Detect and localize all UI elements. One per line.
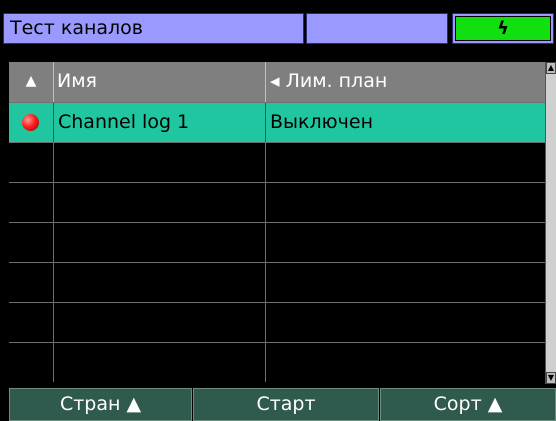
- title-bar: Тест каналов ϟ: [0, 0, 556, 48]
- column-header-limit-plan[interactable]: ◂ Лим. план: [266, 62, 545, 102]
- channel-name-cell: Channel log 1: [54, 103, 266, 142]
- scroll-up-icon[interactable]: ▲: [546, 62, 556, 74]
- vertical-scrollbar[interactable]: ▲ ▼: [545, 62, 556, 384]
- limit-plan-cell: [266, 183, 545, 222]
- channel-name-cell: [54, 303, 266, 342]
- table-row[interactable]: [9, 222, 545, 262]
- limit-plan-cell: [266, 263, 545, 302]
- limit-plan-cell: [266, 343, 545, 382]
- channel-name-cell: [54, 223, 266, 262]
- channel-name-cell: [54, 183, 266, 222]
- status-cell: [9, 223, 54, 262]
- pages-button[interactable]: Стран ▲: [9, 388, 192, 421]
- channel-name-cell: [54, 263, 266, 302]
- status-cell: [9, 183, 54, 222]
- scroll-down-icon[interactable]: ▼: [546, 372, 556, 384]
- status-cell: [9, 343, 54, 382]
- battery-indicator: ϟ: [452, 13, 554, 44]
- battery-level: ϟ: [455, 16, 551, 41]
- limit-plan-cell: [266, 223, 545, 262]
- red-dot-icon: [22, 114, 39, 131]
- lightning-icon: ϟ: [497, 18, 509, 39]
- table-row[interactable]: [9, 342, 545, 382]
- table-header: ▲ Имя ◂ Лим. план: [9, 62, 545, 102]
- limit-plan-cell: [266, 143, 545, 182]
- sort-button[interactable]: Сорт ▲: [380, 388, 556, 421]
- status-cell: [9, 303, 54, 342]
- limit-plan-cell: Выключен: [270, 111, 373, 133]
- status-cell: [9, 143, 54, 182]
- table-row[interactable]: Channel log 1 Выключен: [9, 102, 545, 142]
- status-cell: [9, 263, 54, 302]
- window-title: Тест каналов: [3, 13, 304, 44]
- start-button[interactable]: Старт: [193, 388, 379, 421]
- title-spacer: [306, 13, 448, 44]
- limit-plan-cell: [266, 303, 545, 342]
- sort-arrow-up-icon[interactable]: ▲: [9, 62, 54, 102]
- channel-name-cell: [54, 343, 266, 382]
- bottom-toolbar: Стран ▲ Старт Сорт ▲: [0, 384, 556, 421]
- channels-table: ▲ Имя ◂ Лим. план Channel log 1 Выключен: [9, 62, 545, 384]
- table-row[interactable]: [9, 262, 545, 302]
- table-row[interactable]: [9, 302, 545, 342]
- table-row[interactable]: [9, 182, 545, 222]
- channel-name-cell: [54, 143, 266, 182]
- status-cell: [9, 103, 54, 142]
- table-row[interactable]: [9, 142, 545, 182]
- column-header-name[interactable]: Имя: [54, 62, 266, 102]
